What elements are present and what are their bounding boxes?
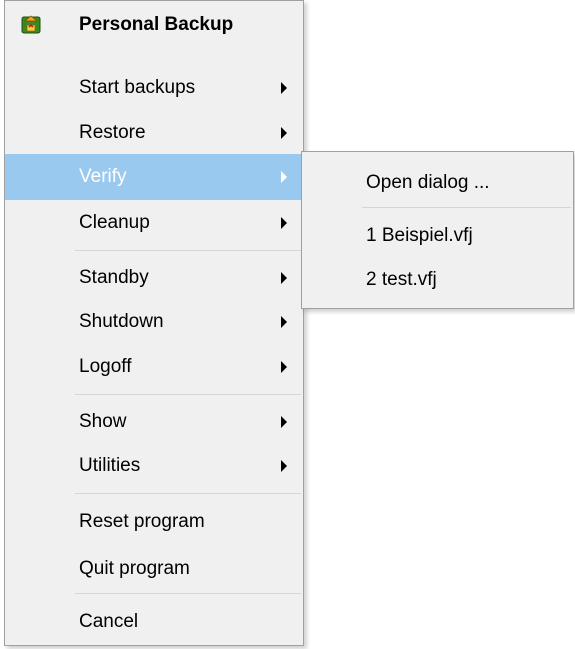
menu-separator [75,250,301,251]
menu-item-start-backups[interactable]: Start backups [5,65,303,111]
submenu-arrow-icon [281,217,287,229]
menu-item-logoff[interactable]: Logoff [5,344,303,390]
menu-item-cleanup[interactable]: Cleanup [5,200,303,246]
menu-item-label: Standby [79,267,149,288]
menu-separator [75,493,301,494]
submenu-arrow-icon [281,361,287,373]
submenu-arrow-icon [281,460,287,472]
menu-item-quit-program[interactable]: Quit program [5,546,303,592]
menu-item-label: Reset program [79,511,205,532]
submenu-arrow-icon [281,416,287,428]
context-menu: Personal Backup Start backups Restore Ve… [4,0,304,646]
menu-item-standby[interactable]: Standby [5,255,303,301]
submenu-item-label: Open dialog ... [366,172,490,193]
menu-item-label: Cleanup [79,212,150,233]
menu-item-label: Utilities [79,455,141,476]
submenu-item-test[interactable]: 2 test.vfj [302,257,573,303]
menu-item-verify[interactable]: Verify [5,154,303,200]
verify-submenu: Open dialog ... 1 Beispiel.vfj 2 test.vf… [301,151,574,309]
menu-item-label: Cancel [79,611,139,632]
submenu-item-beispiel[interactable]: 1 Beispiel.vfj [302,213,573,259]
submenu-arrow-icon [281,82,287,94]
menu-separator [75,394,301,395]
menu-item-cancel[interactable]: Cancel [5,599,303,645]
menu-item-label: Quit program [79,558,190,579]
submenu-item-open-dialog[interactable]: Open dialog ... [302,160,573,206]
menu-item-label: Restore [79,122,146,143]
submenu-item-label: 2 test.vfj [366,269,437,290]
menu-item-label: Start backups [79,77,196,98]
menu-title: Personal Backup [79,14,234,35]
submenu-arrow-icon [281,127,287,139]
menu-header: Personal Backup [5,9,303,57]
menu-item-label: Show [79,411,127,432]
menu-item-utilities[interactable]: Utilities [5,443,303,489]
menu-item-label: Logoff [79,356,132,377]
menu-item-shutdown[interactable]: Shutdown [5,299,303,345]
menu-item-label: Shutdown [79,311,164,332]
submenu-arrow-icon [281,272,287,284]
submenu-arrow-icon [281,171,287,183]
submenu-arrow-icon [281,316,287,328]
menu-separator [75,593,301,594]
menu-item-reset-program[interactable]: Reset program [5,499,303,545]
menu-item-show[interactable]: Show [5,399,303,445]
menu-item-label: Verify [79,166,127,187]
personal-backup-app-icon [19,13,43,37]
submenu-separator [362,207,571,208]
menu-item-restore[interactable]: Restore [5,110,303,156]
submenu-item-label: 1 Beispiel.vfj [366,225,473,246]
